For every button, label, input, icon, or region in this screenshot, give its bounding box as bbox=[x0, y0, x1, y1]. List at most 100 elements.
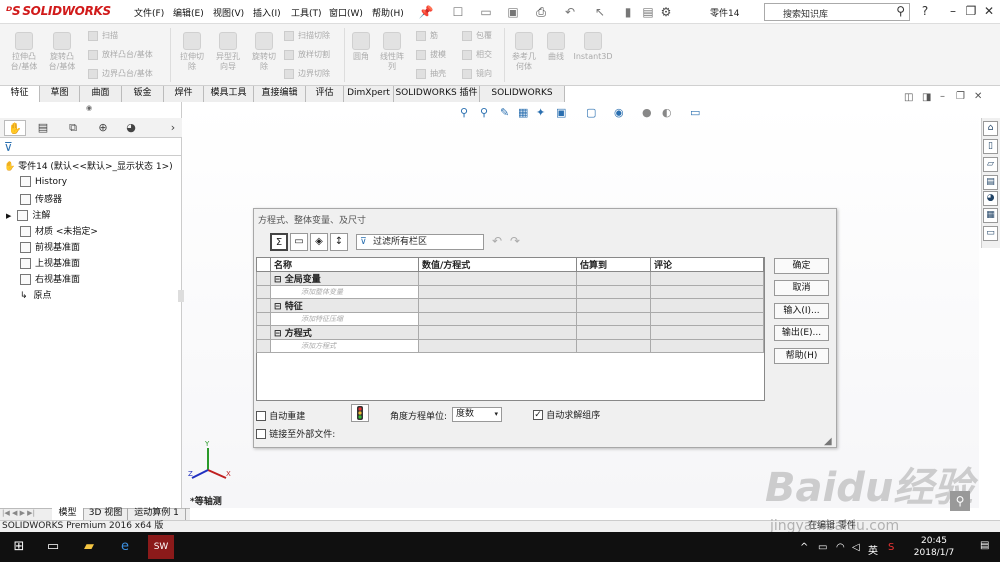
network-icon[interactable]: ▭ bbox=[818, 542, 827, 553]
undo-icon[interactable]: ↶ bbox=[562, 4, 578, 20]
intersect-button[interactable]: 相交 bbox=[462, 49, 492, 60]
lofted-cut-button[interactable]: 放样切割 bbox=[284, 49, 330, 60]
resources-icon[interactable]: ▯ bbox=[983, 139, 998, 154]
open-file-icon[interactable]: ▭ bbox=[478, 4, 494, 20]
options-gear-icon[interactable]: ⚙ bbox=[658, 4, 674, 20]
link-external-file-checkbox[interactable]: 链接至外部文件: bbox=[256, 427, 335, 440]
display-style-icon[interactable]: ▢ bbox=[586, 106, 596, 119]
tree-item-history[interactable]: History bbox=[20, 176, 67, 187]
close-button[interactable]: ✕ bbox=[980, 4, 998, 18]
viewport-tile-icon[interactable]: ◫ bbox=[904, 92, 913, 103]
menu-help[interactable]: 帮助(H) bbox=[372, 6, 404, 19]
checkbox-box[interactable] bbox=[256, 429, 266, 439]
rib-button[interactable]: 筋 bbox=[416, 30, 438, 41]
collapse-icon[interactable]: ⊟ bbox=[274, 329, 282, 339]
tree-item-front-plane[interactable]: 前视基准面 bbox=[20, 240, 80, 253]
zoom-to-fit-icon[interactable]: ⚲ bbox=[460, 106, 468, 119]
tab-surfaces[interactable]: 曲面 bbox=[80, 86, 122, 102]
shell-button[interactable]: 抽壳 bbox=[416, 68, 446, 79]
tab-sheet-metal[interactable]: 钣金 bbox=[122, 86, 164, 102]
mirror-button[interactable]: 镜向 bbox=[462, 68, 492, 79]
restore-button[interactable]: ❐ bbox=[962, 4, 980, 18]
equation-view-icon[interactable]: Σ bbox=[270, 233, 288, 251]
forum-icon[interactable]: ▭ bbox=[983, 226, 998, 241]
add-row-global[interactable]: 添加整体变量 bbox=[256, 285, 764, 299]
tab-features[interactable]: 特征 bbox=[0, 86, 40, 102]
tab-solidworks-addins[interactable]: SOLIDWORKS 插件 bbox=[394, 86, 480, 102]
custom-properties-icon[interactable]: ▦ bbox=[983, 208, 998, 223]
minimize-button[interactable]: – bbox=[944, 4, 962, 18]
tab-weldments[interactable]: 焊件 bbox=[164, 86, 204, 102]
import-button[interactable]: 输入(I)... bbox=[774, 303, 829, 319]
dimxpert-manager-icon[interactable]: ⊕ bbox=[92, 120, 114, 136]
redo-icon[interactable]: ↷ bbox=[510, 234, 520, 248]
boundary-cut-button[interactable]: 边界切除 bbox=[284, 68, 330, 79]
viewport-restore-button[interactable]: ❐ bbox=[956, 91, 965, 102]
wrap-button[interactable]: 包覆 bbox=[462, 30, 492, 41]
pin-icon[interactable]: 📌 bbox=[418, 4, 434, 20]
ok-button[interactable]: 确定 bbox=[774, 258, 829, 274]
add-global-variable-cell[interactable]: 添加整体变量 bbox=[270, 285, 419, 299]
search-knowledge-input[interactable]: 搜索知识库 ⚲ bbox=[764, 3, 910, 21]
select-icon[interactable]: ↖ bbox=[592, 4, 608, 20]
property-manager-icon[interactable]: ▤ bbox=[32, 120, 54, 136]
collapse-icon[interactable]: ⊟ bbox=[274, 302, 282, 312]
auto-solve-order-checkbox[interactable]: ✓ 自动求解组序 bbox=[533, 408, 600, 421]
tab-scroll-arrows-icon[interactable]: |◀ ◀ ▶ ▶| bbox=[2, 509, 35, 517]
file-explorer-icon[interactable]: ▤ bbox=[983, 175, 998, 190]
tree-item-annotations[interactable]: ▶ 注解 bbox=[6, 208, 50, 221]
panel-collapse-handle[interactable] bbox=[178, 290, 184, 302]
file-properties-icon[interactable]: ▤ bbox=[640, 4, 656, 20]
dimension-view-icon[interactable]: ◈ bbox=[310, 233, 328, 251]
windows-start-icon[interactable]: ⊞ bbox=[8, 537, 30, 557]
tray-expand-icon[interactable]: ^ bbox=[800, 542, 808, 553]
viewport-minimize-button[interactable]: – bbox=[940, 91, 945, 102]
tree-root[interactable]: ✋ 零件14 (默认<<默认>_显示状态 1>) bbox=[4, 159, 173, 172]
cancel-button[interactable]: 取消 bbox=[774, 280, 829, 296]
linear-pattern-button[interactable]: 线性阵 列 bbox=[374, 32, 410, 72]
viewport-window-icon[interactable]: ◨ bbox=[922, 92, 931, 103]
swept-cut-button[interactable]: 扫描切除 bbox=[284, 30, 330, 41]
section-row-features[interactable]: ⊟ 特征 bbox=[256, 298, 764, 313]
save-icon[interactable]: ▣ bbox=[505, 4, 521, 20]
menu-edit[interactable]: 编辑(E) bbox=[173, 6, 204, 19]
tree-item-origin[interactable]: ↳ 原点 bbox=[20, 288, 52, 301]
menu-view[interactable]: 视图(V) bbox=[213, 6, 244, 19]
tab-direct-editing[interactable]: 直接编辑 bbox=[254, 86, 306, 102]
tab-model[interactable]: 模型 bbox=[52, 508, 84, 520]
edit-appearance-icon[interactable]: ● bbox=[642, 106, 652, 119]
section-view-icon[interactable]: ▦ bbox=[518, 106, 528, 119]
configuration-manager-icon[interactable]: ⧉ bbox=[62, 120, 84, 136]
tree-item-sensors[interactable]: 传感器 bbox=[20, 192, 62, 205]
tree-item-right-plane[interactable]: 右视基准面 bbox=[20, 272, 80, 285]
design-library-icon[interactable]: ▱ bbox=[983, 157, 998, 172]
tab-evaluate[interactable]: 评估 bbox=[306, 86, 344, 102]
tab-mold-tools[interactable]: 模具工具 bbox=[204, 86, 254, 102]
checkbox-checked[interactable]: ✓ bbox=[533, 410, 543, 420]
boundary-boss-button[interactable]: 边界凸台/基体 bbox=[88, 68, 153, 79]
solidworks-logo[interactable]: ᴰS SOLIDWORKS bbox=[6, 4, 111, 18]
task-view-icon[interactable]: ▭ bbox=[42, 537, 64, 557]
display-manager-icon[interactable]: ◕ bbox=[120, 120, 142, 136]
menu-window[interactable]: 窗口(W) bbox=[329, 6, 363, 19]
section-row-global[interactable]: ⊟ 全局变量 bbox=[256, 271, 764, 286]
curves-button[interactable]: 曲线 bbox=[542, 32, 570, 62]
ordered-view-icon[interactable]: ↕ bbox=[330, 233, 348, 251]
expand-arrow-icon[interactable]: ▶ bbox=[6, 212, 11, 220]
revolve-boss-button[interactable]: 旋转凸 台/基体 bbox=[44, 32, 80, 72]
viewport-close-button[interactable]: ✕ bbox=[974, 91, 982, 102]
add-equation-cell[interactable]: 添加方程式 bbox=[270, 339, 419, 353]
reference-geometry-button[interactable]: 参考几 何体 bbox=[506, 32, 542, 72]
tab-sketch[interactable]: 草图 bbox=[40, 86, 80, 102]
add-row-equations[interactable]: 添加方程式 bbox=[256, 339, 764, 353]
tab-motion-study[interactable]: 运动算例 1 bbox=[128, 508, 186, 520]
panel-grip-icon[interactable]: ◉ bbox=[86, 104, 92, 112]
collapse-icon[interactable]: ⊟ bbox=[274, 275, 282, 285]
auto-rebuild-checkbox[interactable]: 自动重建 bbox=[256, 409, 305, 422]
fillet-button[interactable]: 圆角 bbox=[348, 32, 374, 62]
filter-funnel-icon[interactable]: ⊽ bbox=[4, 140, 13, 154]
tree-item-material[interactable]: 材质 <未指定> bbox=[20, 224, 98, 237]
angle-unit-select[interactable]: 度数 ▾ bbox=[452, 407, 502, 422]
revolve-cut-button[interactable]: 旋转切 除 bbox=[246, 32, 282, 72]
checkbox-box[interactable] bbox=[256, 411, 266, 421]
